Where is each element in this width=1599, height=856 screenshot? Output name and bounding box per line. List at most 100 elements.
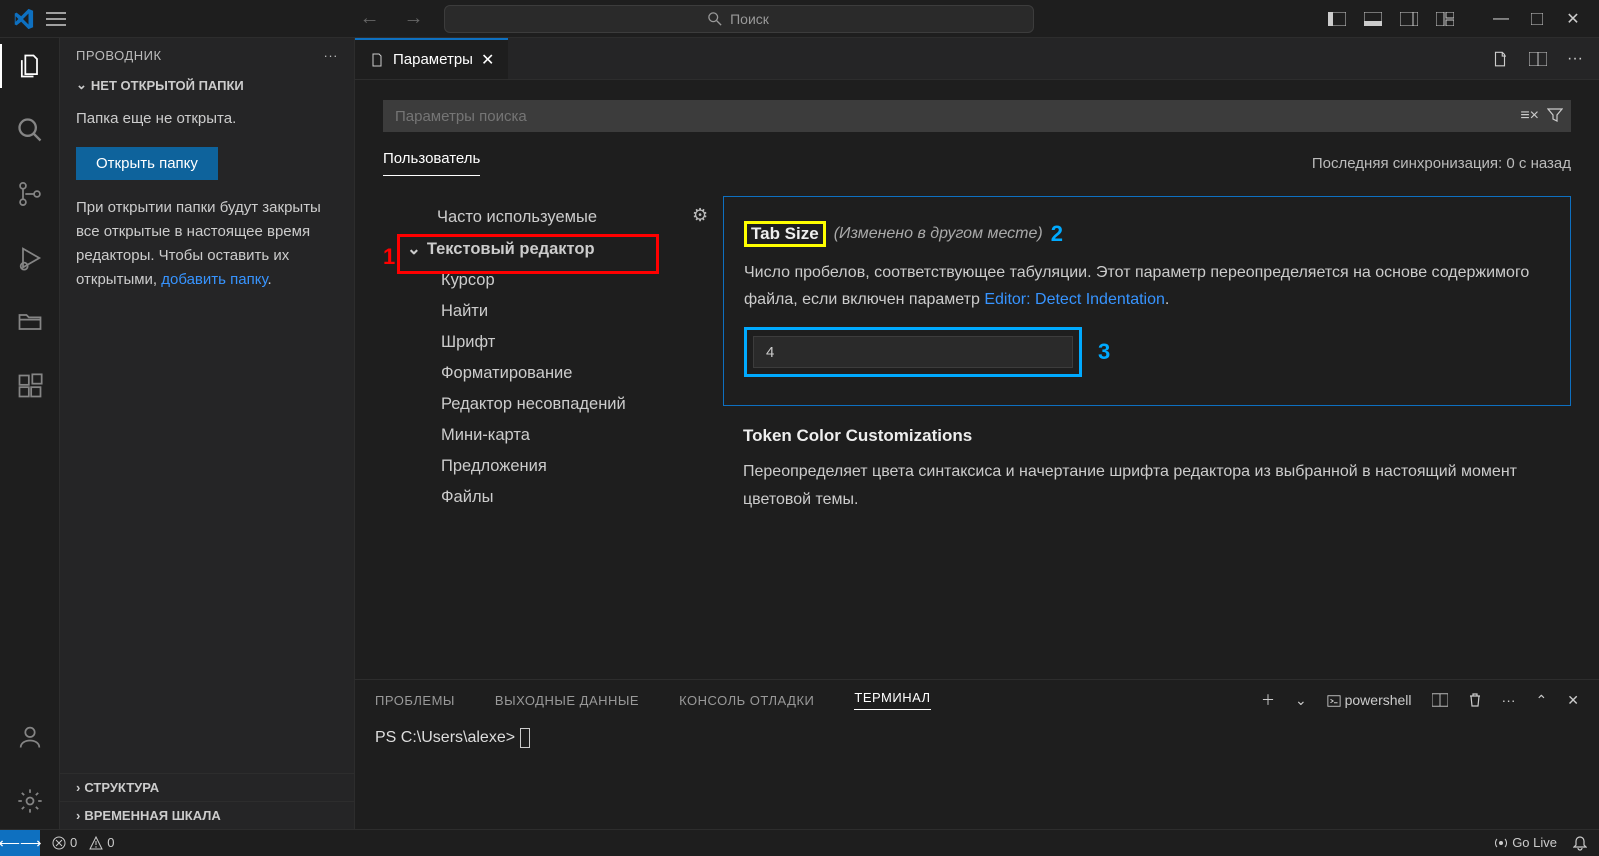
no-folder-header[interactable]: ⌄ НЕТ ОТКРЫТОЙ ПАПКИ	[60, 73, 354, 97]
setting-gear-icon[interactable]: ⚙	[692, 205, 708, 226]
nav-arrows: ← →	[360, 7, 444, 30]
panel-tab-output[interactable]: ВЫХОДНЫЕ ДАННЫЕ	[495, 693, 639, 708]
tree-formatting[interactable]: Форматирование	[383, 358, 723, 389]
desc-suffix: .	[1165, 291, 1169, 308]
filter-icon[interactable]	[1547, 107, 1563, 125]
tab-close-icon[interactable]: ✕	[481, 50, 494, 70]
titlebar-right-controls: — ✕	[1327, 9, 1591, 29]
go-live-button[interactable]: Go Live	[1494, 835, 1557, 850]
settings-search-row: ≡×	[383, 100, 1571, 132]
chevron-down-icon: ⌄	[407, 239, 421, 259]
bottom-panel: ПРОБЛЕМЫ ВЫХОДНЫЕ ДАННЫЕ КОНСОЛЬ ОТЛАДКИ…	[355, 679, 1599, 829]
tree-cursor[interactable]: Курсор	[383, 265, 723, 296]
explorer-sidebar: ПРОВОДНИК ··· ⌄ НЕТ ОТКРЫТОЙ ПАПКИ Папка…	[60, 38, 355, 829]
activity-folder-icon[interactable]	[12, 304, 48, 340]
tabs-bar: Параметры ✕ ···	[355, 38, 1599, 80]
tree-frequently-used[interactable]: Часто используемые	[383, 202, 723, 233]
search-icon	[708, 12, 722, 26]
tree-find[interactable]: Найти	[383, 296, 723, 327]
annotation-1: 1	[383, 244, 395, 270]
close-icon[interactable]: ✕	[1563, 9, 1583, 29]
tab-more-icon[interactable]: ···	[1567, 50, 1583, 68]
settings-tree: 1 Часто используемые ⌄ Текстовый редакто…	[383, 196, 723, 679]
nav-back-icon[interactable]: ←	[360, 7, 380, 30]
terminal-dropdown-icon[interactable]: ⌄	[1295, 692, 1307, 709]
new-terminal-icon[interactable]: ＋	[1261, 690, 1275, 710]
go-live-label: Go Live	[1512, 835, 1557, 850]
notifications-icon[interactable]	[1573, 835, 1587, 851]
settings-tab-user[interactable]: Пользователь	[383, 150, 480, 176]
toggle-secondary-sidebar-icon[interactable]	[1399, 9, 1419, 29]
tab-size-input[interactable]	[753, 336, 1073, 368]
tree-font[interactable]: Шрифт	[383, 327, 723, 358]
setting-tab-size-desc: Число пробелов, соответствующее табуляци…	[744, 259, 1550, 313]
sidebar-hint-suffix: .	[267, 271, 271, 288]
panel-tab-terminal[interactable]: ТЕРМИНАЛ	[854, 690, 930, 710]
settings-scope-row: Пользователь Последняя синхронизация: 0 …	[383, 132, 1571, 176]
clear-search-icon[interactable]: ≡×	[1520, 107, 1539, 125]
activity-bar-bottom	[12, 719, 48, 819]
tree-text-editor[interactable]: ⌄ Текстовый редактор	[383, 233, 723, 265]
kill-terminal-icon[interactable]	[1468, 692, 1482, 708]
vscode-logo	[8, 4, 38, 34]
activity-search-icon[interactable]	[12, 112, 48, 148]
activity-run-debug-icon[interactable]	[12, 240, 48, 276]
setting-modified-label: (Изменено в другом месте)	[834, 225, 1043, 243]
toggle-primary-sidebar-icon[interactable]	[1327, 9, 1347, 29]
close-panel-icon[interactable]: ✕	[1567, 692, 1579, 709]
no-folder-header-label: НЕТ ОТКРЫТОЙ ПАПКИ	[91, 78, 244, 93]
main-area: ПРОВОДНИК ··· ⌄ НЕТ ОТКРЫТОЙ ПАПКИ Папка…	[0, 38, 1599, 829]
open-folder-button[interactable]: Открыть папку	[76, 147, 218, 180]
warning-icon	[89, 836, 103, 850]
tree-minimap[interactable]: Мини-карта	[383, 420, 723, 451]
tree-files[interactable]: Файлы	[383, 482, 723, 513]
activity-source-control-icon[interactable]	[12, 176, 48, 212]
tree-diff-editor[interactable]: Редактор несовпадений	[383, 389, 723, 420]
minimize-icon[interactable]: —	[1491, 9, 1511, 29]
detect-indentation-link[interactable]: Editor: Detect Indentation	[984, 291, 1165, 308]
toggle-panel-icon[interactable]	[1363, 9, 1383, 29]
terminal-content[interactable]: PS C:\Users\alexe>	[355, 720, 1599, 756]
outline-section[interactable]: › СТРУКТУРА	[60, 773, 354, 801]
nav-forward-icon[interactable]: →	[404, 7, 424, 30]
command-center-search[interactable]: Поиск	[444, 5, 1034, 33]
terminal-shell-indicator[interactable]: powershell	[1327, 692, 1412, 708]
sidebar-header: ПРОВОДНИК ···	[60, 38, 354, 73]
timeline-label: ВРЕМЕННАЯ ШКАЛА	[84, 808, 220, 823]
maximize-icon[interactable]	[1527, 9, 1547, 29]
no-folder-text: Папка еще не открыта.	[76, 107, 338, 131]
tab-settings[interactable]: Параметры ✕	[355, 38, 508, 79]
editor-area: Параметры ✕ ··· ≡× Пользователь Последня…	[355, 38, 1599, 829]
panel-tab-problems[interactable]: ПРОБЛЕМЫ	[375, 693, 455, 708]
split-terminal-icon[interactable]	[1432, 693, 1448, 707]
annotation-2: 2	[1051, 221, 1063, 247]
open-settings-json-icon[interactable]	[1491, 50, 1509, 68]
warning-count: 0	[107, 835, 114, 850]
panel-tab-debug-console[interactable]: КОНСОЛЬ ОТЛАДКИ	[679, 693, 814, 708]
maximize-panel-icon[interactable]: ⌃	[1536, 692, 1548, 709]
sidebar-hint: При открытии папки будут закрыты все отк…	[76, 196, 338, 292]
panel-more-icon[interactable]: ···	[1502, 692, 1516, 708]
status-warnings[interactable]: 0	[89, 835, 114, 850]
error-icon	[52, 836, 66, 850]
add-folder-link[interactable]: добавить папку	[161, 271, 267, 288]
activity-settings-icon[interactable]	[12, 783, 48, 819]
remote-indicator[interactable]: ⟵⟶	[0, 830, 40, 856]
activity-explorer-icon[interactable]	[12, 48, 48, 84]
outline-label: СТРУКТУРА	[84, 780, 159, 795]
timeline-section[interactable]: › ВРЕМЕННАЯ ШКАЛА	[60, 801, 354, 829]
setting-tab-size-title: Tab Size	[744, 221, 826, 247]
settings-filter-icons: ≡×	[1520, 107, 1563, 125]
menu-button[interactable]	[46, 11, 66, 27]
shell-name: powershell	[1345, 692, 1412, 708]
sidebar-more-icon[interactable]: ···	[324, 48, 339, 63]
tree-suggestions[interactable]: Предложения	[383, 451, 723, 482]
tab-right-icons: ···	[1491, 38, 1599, 79]
settings-search-input[interactable]	[383, 100, 1571, 132]
split-editor-icon[interactable]	[1529, 52, 1547, 66]
customize-layout-icon[interactable]	[1435, 9, 1455, 29]
activity-account-icon[interactable]	[12, 719, 48, 755]
setting-token-color-desc: Переопределяет цвета синтаксиса и начерт…	[743, 458, 1551, 512]
activity-extensions-icon[interactable]	[12, 368, 48, 404]
status-errors[interactable]: 0	[52, 835, 77, 850]
